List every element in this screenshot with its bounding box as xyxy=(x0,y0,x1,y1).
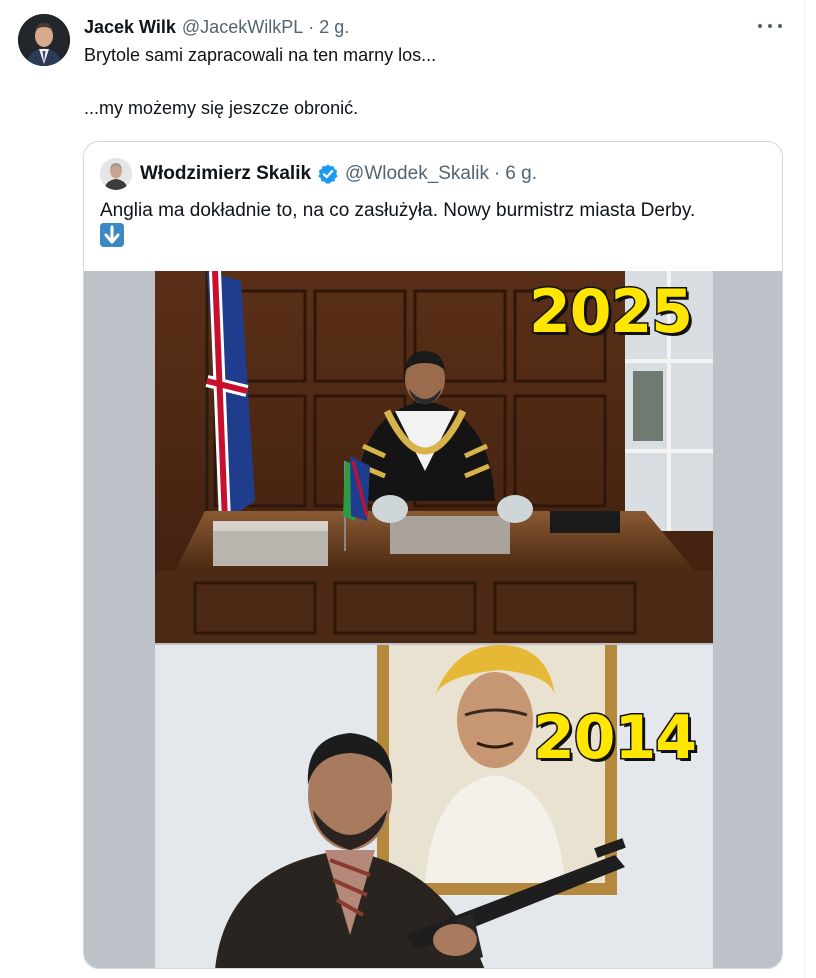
portrait-rifle-photo[interactable] xyxy=(155,645,713,969)
more-horizontal-icon[interactable] xyxy=(758,16,782,36)
tweet[interactable]: Jacek Wilk @JacekWilkPL · 2 g. Brytole s… xyxy=(0,0,805,978)
quoted-author-handle[interactable]: @Wlodek_Skalik xyxy=(345,163,489,185)
quoted-tweet-header: Włodzimierz Skalik @Wlodek_Skalik · 6 g. xyxy=(100,158,537,190)
quoted-tweet-media[interactable]: 2025 2014 xyxy=(84,271,782,969)
quoted-author-avatar[interactable] xyxy=(100,158,132,190)
author-avatar[interactable] xyxy=(18,14,70,66)
header-separator: · xyxy=(308,16,315,37)
tweet-text-line-2: ...my możemy się jeszcze obronić. xyxy=(84,98,359,118)
author-handle[interactable]: @JacekWilkPL xyxy=(182,17,303,38)
quoted-author-avatar-image xyxy=(100,158,132,190)
quoted-header-separator: · xyxy=(493,163,501,184)
quoted-tweet-text-line-1: Anglia ma dokładnie to, na co zasłużyła.… xyxy=(100,200,696,221)
author-avatar-image xyxy=(18,14,70,66)
tweet-header: Jacek Wilk @JacekWilkPL · 2 g. xyxy=(84,14,784,40)
year-label-top: 2025 xyxy=(528,276,695,349)
tweet-text-line-1: Brytole sami zapracowali na ten marny lo… xyxy=(84,45,437,65)
author-name[interactable]: Jacek Wilk xyxy=(84,17,176,38)
quoted-tweet[interactable]: Włodzimierz Skalik @Wlodek_Skalik · 6 g.… xyxy=(83,141,783,969)
quoted-author-name[interactable]: Włodzimierz Skalik xyxy=(140,163,311,185)
quoted-tweet-timestamp[interactable]: 6 g. xyxy=(505,163,537,185)
year-label-bottom: 2014 xyxy=(532,702,699,775)
verified-badge-icon[interactable] xyxy=(317,163,339,185)
tweet-timestamp[interactable]: 2 g. xyxy=(319,17,349,38)
down-arrow-emoji-icon xyxy=(100,223,124,247)
